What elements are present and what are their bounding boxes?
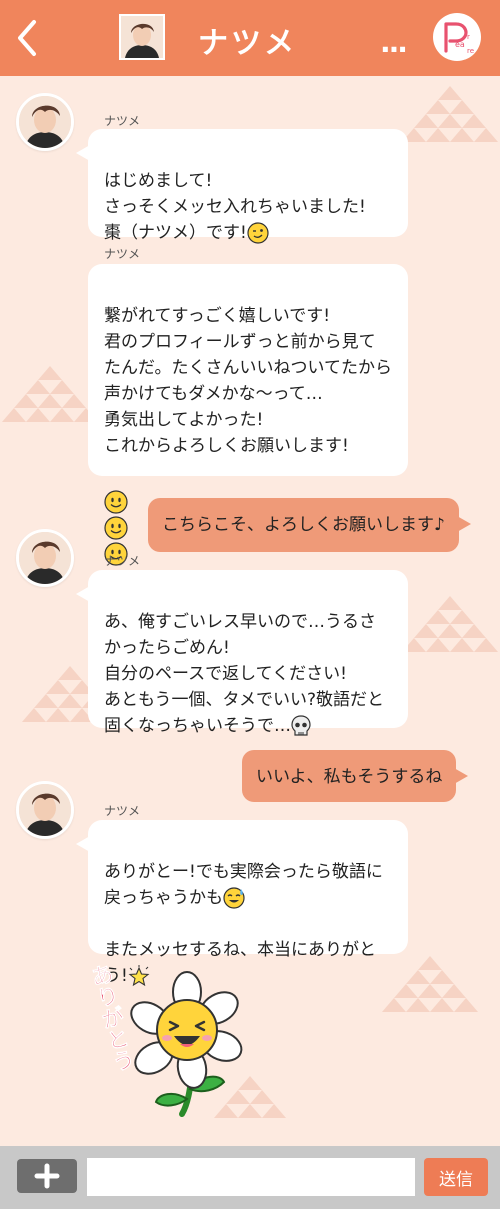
- sender-avatar[interactable]: [16, 93, 74, 151]
- menu-button[interactable]: ...: [380, 26, 408, 59]
- message-input[interactable]: [87, 1158, 415, 1196]
- triangle-pattern-icon: [402, 86, 498, 142]
- message-text: はじめまして! さっそくメッセ入れちゃいました! 棗（ナツメ）です!: [104, 171, 366, 243]
- skull-emoji: [291, 715, 311, 736]
- send-button[interactable]: 送信: [424, 1158, 488, 1196]
- message-text: こちらこそ、よろしくお願いします♪: [162, 515, 445, 535]
- triangle-pattern-icon: [402, 596, 498, 652]
- emoji-row: [104, 463, 392, 566]
- triangle-pattern-icon: [2, 366, 98, 422]
- chevron-left-icon: [18, 20, 36, 56]
- contact-avatar[interactable]: [119, 14, 165, 60]
- sender-name: ナツメ: [104, 554, 141, 568]
- avatar-portrait-icon: [19, 96, 71, 148]
- avatar-portrait-icon: [19, 532, 71, 584]
- sender-avatar[interactable]: [16, 781, 74, 839]
- triangle-pattern-icon: [382, 956, 478, 1012]
- contact-name: ナツメ: [198, 26, 297, 61]
- chat-area[interactable]: ナツメ はじめまして! さっそくメッセ入れちゃいました! 棗（ナツメ）です! ナ…: [0, 76, 500, 1146]
- plus-icon: [34, 1163, 60, 1189]
- message-text: いいよ、私もそうするね: [256, 767, 443, 787]
- message-text: 繋がれてすっごく嬉しいです! 君のプロフィールずっと前から見てたんだ。たくさんい…: [104, 306, 392, 456]
- smile-emoji: [104, 516, 128, 540]
- svg-text:ea: ea: [455, 40, 465, 49]
- sweat-smile-emoji: [223, 887, 245, 909]
- sender-name: ナツメ: [104, 804, 141, 818]
- back-button[interactable]: [10, 16, 46, 60]
- flower-sticker: ありがとう: [85, 962, 252, 1124]
- incoming-message: 繋がれてすっごく嬉しいです! 君のプロフィールずっと前から見てたんだ。たくさんい…: [88, 264, 408, 566]
- wink-emoji: [247, 222, 269, 244]
- avatar-portrait-icon: [121, 16, 163, 58]
- incoming-message: はじめまして! さっそくメッセ入れちゃいました! 棗（ナツメ）です!: [76, 129, 408, 244]
- avatar-portrait-icon: [19, 784, 71, 836]
- outgoing-message: いいよ、私もそうするね: [242, 750, 469, 802]
- input-bar: 送信: [0, 1146, 500, 1209]
- app-header: ナツメ ... ea r re: [0, 0, 500, 76]
- svg-text:re: re: [467, 47, 474, 55]
- message-text: あ、俺すごいレス早いので…うるさかったらごめん! 自分のペースで返してください!…: [104, 612, 385, 736]
- outgoing-message: こちらこそ、よろしくお願いします♪: [148, 498, 471, 552]
- pairs-logo: ea r re: [433, 13, 481, 61]
- incoming-message: ありがとー!でも実際会ったら敬語に戻っちゃうかも またメッセするね、本当にありが…: [76, 820, 408, 987]
- add-button[interactable]: [17, 1159, 77, 1193]
- pairs-logo-icon: ea r re: [434, 14, 480, 60]
- sender-name: ナツメ: [104, 114, 141, 128]
- svg-text:r: r: [467, 33, 470, 41]
- sender-avatar[interactable]: [16, 529, 74, 587]
- smile-emoji: [104, 490, 128, 514]
- incoming-message: あ、俺すごいレス早いので…うるさかったらごめん! 自分のペースで返してください!…: [76, 570, 408, 736]
- sender-name: ナツメ: [104, 247, 141, 261]
